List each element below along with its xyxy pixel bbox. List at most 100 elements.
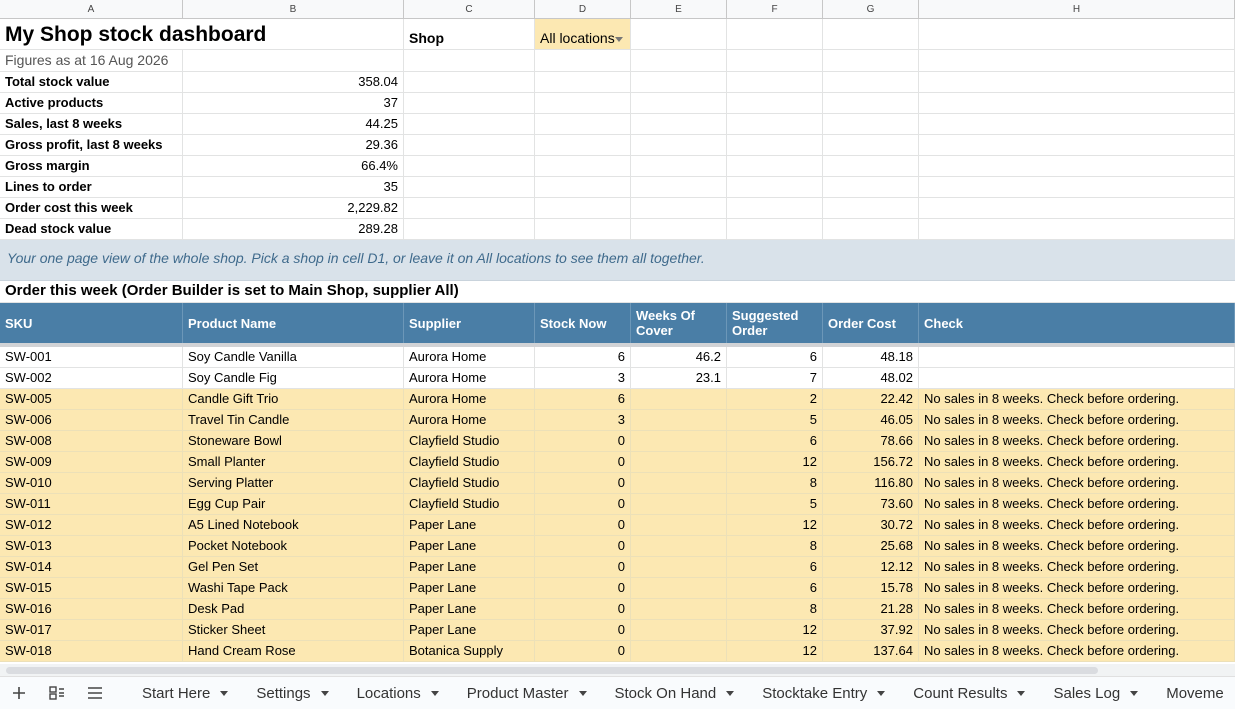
cell[interactable]	[535, 93, 631, 114]
sheet-tab[interactable]: Stocktake Entry	[748, 677, 899, 709]
cell[interactable]	[727, 93, 823, 114]
product-name-cell[interactable]: Pocket Notebook	[183, 536, 404, 557]
col-header-b[interactable]: B	[183, 0, 404, 19]
supplier-cell[interactable]: Botanica Supply	[404, 641, 535, 662]
suggested-order-cell[interactable]: 5	[727, 410, 823, 431]
cell[interactable]	[727, 19, 823, 50]
supplier-cell[interactable]: Paper Lane	[404, 515, 535, 536]
cell[interactable]	[404, 177, 535, 198]
suggested-order-cell[interactable]: 6	[727, 557, 823, 578]
product-name-cell[interactable]: Stoneware Bowl	[183, 431, 404, 452]
product-name-cell[interactable]: A5 Lined Notebook	[183, 515, 404, 536]
cell[interactable]	[535, 135, 631, 156]
th-weeks-of-cover[interactable]: Weeks Of Cover	[631, 303, 727, 343]
check-cell[interactable]: No sales in 8 weeks. Check before orderi…	[919, 578, 1235, 599]
dashboard-note[interactable]: Your one page view of the whole shop. Pi…	[0, 240, 1235, 281]
suggested-order-cell[interactable]: 7	[727, 368, 823, 389]
suggested-order-cell[interactable]: 2	[727, 389, 823, 410]
weeks-of-cover-cell[interactable]	[631, 557, 727, 578]
weeks-of-cover-cell[interactable]	[631, 641, 727, 662]
weeks-of-cover-cell[interactable]	[631, 515, 727, 536]
order-cost-cell[interactable]: 156.72	[823, 452, 919, 473]
product-name-cell[interactable]: Sticker Sheet	[183, 620, 404, 641]
metric-label[interactable]: Gross profit, last 8 weeks	[0, 135, 183, 156]
weeks-of-cover-cell[interactable]	[631, 431, 727, 452]
cell[interactable]	[535, 219, 631, 240]
cell[interactable]	[919, 114, 1235, 135]
cell[interactable]	[404, 219, 535, 240]
check-cell[interactable]: No sales in 8 weeks. Check before orderi…	[919, 620, 1235, 641]
stock-now-cell[interactable]: 0	[535, 578, 631, 599]
chevron-down-icon[interactable]	[726, 690, 735, 696]
order-cost-cell[interactable]: 15.78	[823, 578, 919, 599]
weeks-of-cover-cell[interactable]: 23.1	[631, 368, 727, 389]
weeks-of-cover-cell[interactable]	[631, 620, 727, 641]
cell[interactable]	[919, 135, 1235, 156]
check-cell[interactable]: No sales in 8 weeks. Check before orderi…	[919, 494, 1235, 515]
metric-value[interactable]: 66.4%	[183, 156, 404, 177]
spreadsheet-grid[interactable]: A B C D E F G H My Shop stock dashboard …	[0, 0, 1235, 664]
sheet-tab[interactable]: Product Master	[453, 677, 601, 709]
cell[interactable]	[404, 72, 535, 93]
th-supplier[interactable]: Supplier	[404, 303, 535, 343]
check-cell[interactable]: No sales in 8 weeks. Check before orderi…	[919, 599, 1235, 620]
sku-cell[interactable]: SW-018	[0, 641, 183, 662]
chevron-down-icon[interactable]	[220, 690, 229, 696]
sheet-tab[interactable]: Moveme	[1152, 677, 1235, 709]
supplier-cell[interactable]: Paper Lane	[404, 620, 535, 641]
stock-now-cell[interactable]: 3	[535, 368, 631, 389]
sku-cell[interactable]: SW-014	[0, 557, 183, 578]
supplier-cell[interactable]: Aurora Home	[404, 410, 535, 431]
col-header-a[interactable]: A	[0, 0, 183, 19]
suggested-order-cell[interactable]: 6	[727, 578, 823, 599]
sheet-tab[interactable]: Stock On Hand	[601, 677, 749, 709]
weeks-of-cover-cell[interactable]	[631, 578, 727, 599]
section-title[interactable]: Order this week (Order Builder is set to…	[0, 281, 1235, 303]
col-header-e[interactable]: E	[631, 0, 727, 19]
product-name-cell[interactable]: Small Planter	[183, 452, 404, 473]
th-suggested-order[interactable]: Suggested Order	[727, 303, 823, 343]
suggested-order-cell[interactable]: 12	[727, 641, 823, 662]
cell[interactable]	[404, 135, 535, 156]
supplier-cell[interactable]: Aurora Home	[404, 389, 535, 410]
cell[interactable]	[823, 135, 919, 156]
cell[interactable]	[404, 114, 535, 135]
chevron-down-icon[interactable]	[1130, 690, 1139, 696]
metric-label[interactable]: Order cost this week	[0, 198, 183, 219]
cell[interactable]	[631, 219, 727, 240]
suggested-order-cell[interactable]: 12	[727, 515, 823, 536]
check-cell[interactable]: No sales in 8 weeks. Check before orderi…	[919, 473, 1235, 494]
product-name-cell[interactable]: Desk Pad	[183, 599, 404, 620]
sku-cell[interactable]: SW-016	[0, 599, 183, 620]
metric-value[interactable]: 44.25	[183, 114, 404, 135]
chevron-down-icon[interactable]	[877, 690, 886, 696]
cell[interactable]	[404, 156, 535, 177]
cell[interactable]	[631, 198, 727, 219]
sheet-menu-button[interactable]	[76, 677, 114, 709]
order-cost-cell[interactable]: 48.02	[823, 368, 919, 389]
cell[interactable]	[631, 50, 727, 72]
check-cell[interactable]: No sales in 8 weeks. Check before orderi…	[919, 515, 1235, 536]
cell[interactable]	[535, 50, 631, 72]
check-cell[interactable]: No sales in 8 weeks. Check before orderi…	[919, 557, 1235, 578]
supplier-cell[interactable]: Paper Lane	[404, 557, 535, 578]
stock-now-cell[interactable]: 3	[535, 410, 631, 431]
stock-now-cell[interactable]: 0	[535, 599, 631, 620]
supplier-cell[interactable]: Clayfield Studio	[404, 473, 535, 494]
th-sku[interactable]: SKU	[0, 303, 183, 343]
col-header-f[interactable]: F	[727, 0, 823, 19]
th-product-name[interactable]: Product Name	[183, 303, 404, 343]
product-name-cell[interactable]: Gel Pen Set	[183, 557, 404, 578]
cell[interactable]	[727, 219, 823, 240]
cell[interactable]	[535, 198, 631, 219]
weeks-of-cover-cell[interactable]	[631, 494, 727, 515]
sheet-tab[interactable]: Start Here	[128, 677, 242, 709]
sheet-tab[interactable]: Locations	[343, 677, 453, 709]
metric-value[interactable]: 289.28	[183, 219, 404, 240]
supplier-cell[interactable]: Aurora Home	[404, 347, 535, 368]
order-cost-cell[interactable]: 73.60	[823, 494, 919, 515]
sku-cell[interactable]: SW-005	[0, 389, 183, 410]
scrollbar-thumb[interactable]	[6, 667, 1098, 674]
cell[interactable]	[823, 50, 919, 72]
cell[interactable]	[404, 50, 535, 72]
